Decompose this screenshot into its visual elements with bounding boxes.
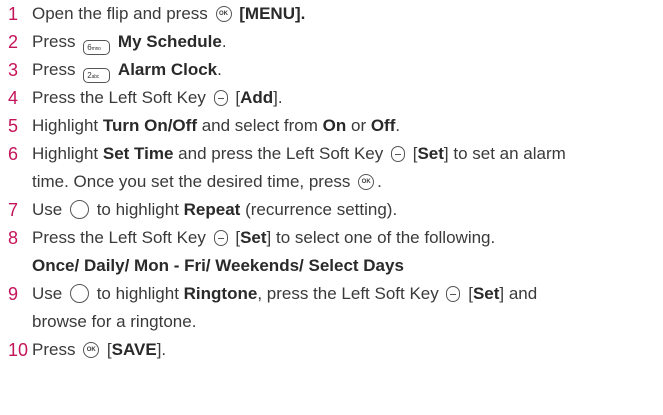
step-text: Press the Left Soft Key: [32, 88, 211, 107]
step-text: Press: [32, 32, 81, 51]
options-list: Once/ Daily/ Mon - Fri/ Weekends/ Select…: [32, 256, 404, 275]
step-bold-text: Add: [240, 88, 274, 107]
step-number: 4: [8, 88, 19, 108]
step-9: 9 Use to highlight Ringtone, press the L…: [8, 280, 658, 336]
step-number: 9: [8, 284, 19, 304]
step-number: 8: [8, 228, 19, 248]
six-key-icon: 6mno: [83, 40, 111, 55]
instruction-steps: 1 Open the flip and press OK [MENU]. 2 P…: [8, 0, 658, 364]
navigation-key-icon: [69, 200, 89, 219]
step-bold-text: [MENU].: [239, 4, 306, 23]
step-number: 6: [8, 144, 19, 164]
step-number: 7: [8, 200, 19, 220]
step-10: 10 Press OK [SAVE].: [8, 336, 658, 364]
step-bold-text: My Schedule: [117, 32, 222, 51]
step-text: Open the flip and press: [32, 4, 213, 23]
two-key-icon: 2abc: [83, 68, 111, 83]
left-soft-key-icon: [213, 90, 228, 106]
step-3: 3 Press 2abc Alarm Clock.: [8, 56, 658, 84]
step-2: 2 Press 6mno My Schedule.: [8, 28, 658, 56]
step-number: 10: [8, 340, 29, 360]
step-5: 5 Highlight Turn On/Off and select from …: [8, 112, 658, 140]
ok-key-icon: OK: [215, 6, 232, 22]
left-soft-key-icon: [213, 230, 228, 246]
left-soft-key-icon: [390, 146, 405, 162]
step-number: 5: [8, 116, 19, 136]
ok-key-icon: OK: [83, 342, 100, 358]
step-8: 8 Press the Left Soft Key [Set] to selec…: [8, 224, 658, 280]
step-1: 1 Open the flip and press OK [MENU].: [8, 0, 658, 28]
ok-key-icon: OK: [358, 174, 375, 190]
step-bold-text: Alarm Clock: [117, 60, 218, 79]
step-number: 3: [8, 60, 19, 80]
step-number: 2: [8, 32, 19, 52]
step-6: 6 Highlight Set Time and press the Left …: [8, 140, 658, 196]
step-4: 4 Press the Left Soft Key [Add].: [8, 84, 658, 112]
navigation-key-icon: [69, 284, 89, 303]
step-7: 7 Use to highlight Repeat (recurrence se…: [8, 196, 658, 224]
left-soft-key-icon: [446, 286, 461, 302]
step-number: 1: [8, 4, 19, 24]
step-text: Press: [32, 60, 81, 79]
